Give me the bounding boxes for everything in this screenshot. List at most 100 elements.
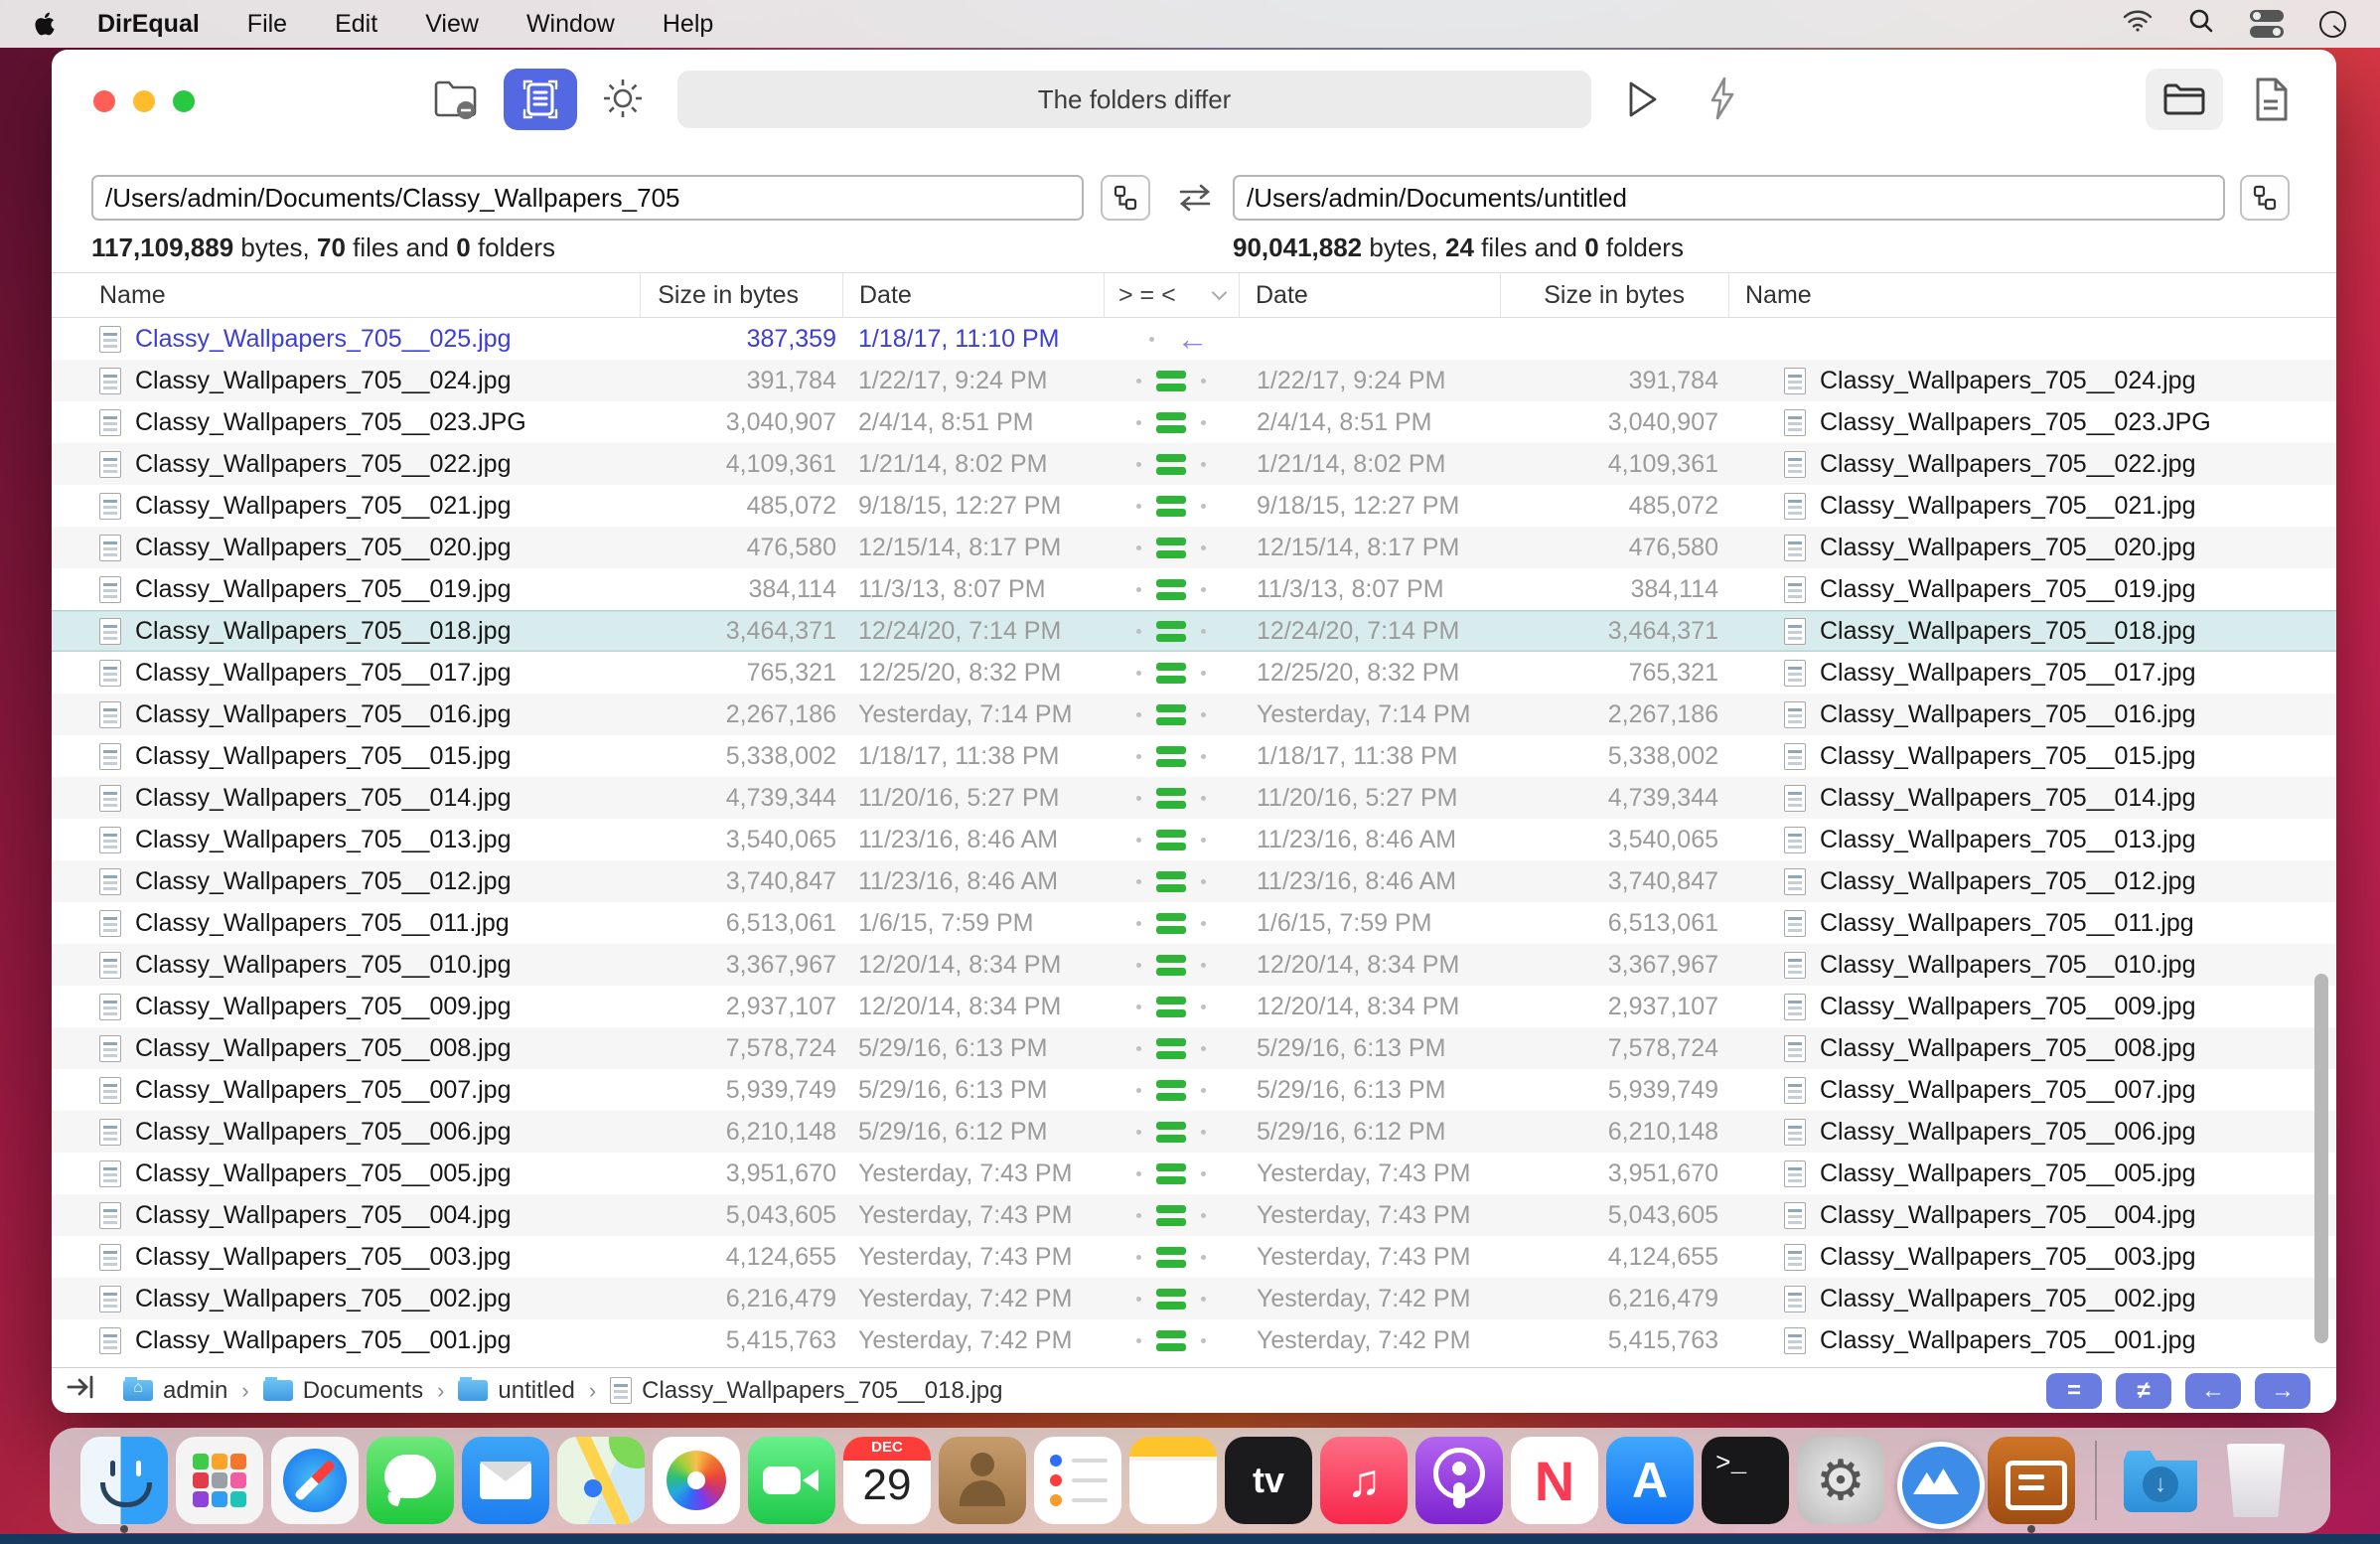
header-name-left[interactable]: Name bbox=[52, 273, 640, 317]
table-row[interactable]: Classy_Wallpapers_705__019.jpg 384,114 11/… bbox=[52, 568, 2336, 610]
right-tree-button[interactable] bbox=[2240, 175, 2290, 221]
breadcrumb-item[interactable]: untitled bbox=[458, 1376, 575, 1405]
header-name-right[interactable]: Name bbox=[1728, 273, 2336, 317]
quick-action-bolt-button[interactable] bbox=[1699, 74, 1746, 123]
table-row[interactable]: Classy_Wallpapers_705__004.jpg 5,043,605 Y… bbox=[52, 1194, 2336, 1236]
table-row[interactable]: Classy_Wallpapers_705__020.jpg 476,580 12/… bbox=[52, 527, 2336, 568]
dock-news-icon[interactable]: N bbox=[1511, 1437, 1598, 1524]
table-row[interactable]: Classy_Wallpapers_705__014.jpg 4,739,344 1… bbox=[52, 777, 2336, 819]
dock-finder-icon[interactable] bbox=[80, 1437, 168, 1533]
dock-maps-icon[interactable] bbox=[557, 1437, 645, 1524]
right-path-input[interactable] bbox=[1233, 175, 2225, 221]
menu-view[interactable]: View bbox=[425, 10, 479, 39]
table-row[interactable]: Classy_Wallpapers_705__021.jpg 485,072 9/1… bbox=[52, 485, 2336, 527]
header-comparison[interactable]: > = < bbox=[1104, 273, 1239, 317]
table-row[interactable]: Classy_Wallpapers_705__018.jpg 3,464,371 1… bbox=[52, 610, 2336, 652]
dock-safari-icon[interactable] bbox=[271, 1437, 359, 1524]
dock-messages-icon[interactable] bbox=[367, 1437, 454, 1524]
header-date-right[interactable]: Date bbox=[1239, 273, 1500, 317]
header-size-left[interactable]: Size in bytes bbox=[640, 273, 842, 317]
table-row[interactable]: Classy_Wallpapers_705__017.jpg 765,321 12/… bbox=[52, 652, 2336, 694]
dock-calendar-icon[interactable]: DEC 29 bbox=[843, 1437, 931, 1524]
dock-trash-icon[interactable] bbox=[2212, 1437, 2300, 1524]
filter-equal-button[interactable]: = bbox=[2046, 1372, 2102, 1409]
filter-right-only-button[interactable]: → bbox=[2255, 1372, 2310, 1409]
table-row[interactable]: Classy_Wallpapers_705__009.jpg 2,937,107 1… bbox=[52, 986, 2336, 1027]
header-date-left[interactable]: Date bbox=[842, 273, 1104, 317]
table-row[interactable]: Classy_Wallpapers_705__024.jpg 391,784 1/2… bbox=[52, 360, 2336, 401]
filter-left-only-button[interactable]: ← bbox=[2185, 1372, 2241, 1409]
compare-button[interactable] bbox=[504, 69, 577, 130]
reveal-in-finder-icon[interactable] bbox=[66, 1372, 97, 1409]
table-row[interactable]: Classy_Wallpapers_705__015.jpg 5,338,002 1… bbox=[52, 735, 2336, 777]
control-center-icon[interactable] bbox=[2250, 10, 2284, 38]
dock-notes-icon[interactable] bbox=[1129, 1437, 1217, 1524]
table-row[interactable]: Classy_Wallpapers_705__023.JPG 3,040,907 2… bbox=[52, 401, 2336, 443]
header-size-right[interactable]: Size in bytes bbox=[1500, 273, 1728, 317]
dock-mail-icon[interactable] bbox=[462, 1437, 549, 1524]
breadcrumb-item[interactable]: admin bbox=[123, 1376, 227, 1405]
dock-facetime-icon[interactable] bbox=[748, 1437, 835, 1524]
file-date-right: 5/29/16, 6:12 PM bbox=[1257, 1117, 1446, 1146]
dot-icon bbox=[1201, 1254, 1206, 1260]
zoom-button[interactable] bbox=[173, 90, 195, 112]
table-row[interactable]: Classy_Wallpapers_705__003.jpg 4,124,655 Y… bbox=[52, 1236, 2336, 1278]
menu-window[interactable]: Window bbox=[526, 10, 615, 39]
table-row[interactable]: Classy_Wallpapers_705__001.jpg 5,415,763 Y… bbox=[52, 1319, 2336, 1361]
table-scrollbar[interactable] bbox=[2314, 974, 2328, 1343]
file-date-left: 11/23/16, 8:46 AM bbox=[858, 866, 1059, 895]
dock-direqual-icon[interactable] bbox=[1988, 1437, 2075, 1533]
dock-downloads-icon[interactable] bbox=[2117, 1437, 2204, 1524]
comparison-status bbox=[1104, 986, 1239, 1027]
comparison-status bbox=[1104, 360, 1239, 401]
close-button[interactable] bbox=[93, 90, 115, 112]
table-row[interactable]: Classy_Wallpapers_705__013.jpg 3,540,065 1… bbox=[52, 819, 2336, 860]
menu-app-name[interactable]: DirEqual bbox=[97, 10, 200, 39]
dock-mountain-icon[interactable] bbox=[1892, 1437, 1985, 1529]
wifi-icon[interactable] bbox=[2123, 9, 2153, 40]
menu-edit[interactable]: Edit bbox=[335, 10, 377, 39]
file-size-right: 3,040,907 bbox=[1607, 407, 1718, 436]
remove-folder-button[interactable] bbox=[431, 76, 481, 123]
filter-not-equal-button[interactable]: ≠ bbox=[2116, 1372, 2171, 1409]
dock-launchpad-icon[interactable] bbox=[176, 1437, 263, 1524]
equal-icon bbox=[1156, 1242, 1186, 1272]
dock-music-icon[interactable]: ♫ bbox=[1320, 1437, 1408, 1524]
clock-icon[interactable] bbox=[2319, 10, 2346, 38]
breadcrumb-item[interactable]: Classy_Wallpapers_705__018.jpg bbox=[610, 1377, 1002, 1405]
settings-gear-icon[interactable] bbox=[596, 72, 650, 125]
table-row[interactable]: Classy_Wallpapers_705__025.jpg 387,359 1/1… bbox=[52, 318, 2336, 360]
table-row[interactable]: Classy_Wallpapers_705__008.jpg 7,578,724 5… bbox=[52, 1027, 2336, 1069]
file-size-right: 7,578,724 bbox=[1607, 1033, 1718, 1062]
table-row[interactable]: Classy_Wallpapers_705__002.jpg 6,216,479 Y… bbox=[52, 1278, 2336, 1319]
minimize-button[interactable] bbox=[133, 90, 155, 112]
dock-podcasts-icon[interactable] bbox=[1415, 1437, 1503, 1524]
dock-photos-icon[interactable] bbox=[653, 1437, 740, 1524]
file-icon bbox=[99, 826, 121, 853]
swap-paths-icon[interactable] bbox=[1170, 177, 1220, 219]
dock-contacts-icon[interactable] bbox=[939, 1437, 1026, 1524]
table-row[interactable]: Classy_Wallpapers_705__022.jpg 4,109,361 1… bbox=[52, 443, 2336, 485]
search-icon[interactable] bbox=[2188, 8, 2214, 41]
table-row[interactable]: Classy_Wallpapers_705__005.jpg 3,951,670 Y… bbox=[52, 1153, 2336, 1194]
dock-tv-icon[interactable]: tv bbox=[1225, 1437, 1312, 1524]
open-folder-button[interactable] bbox=[2146, 69, 2223, 130]
dock-appstore-icon[interactable]: A bbox=[1606, 1437, 1694, 1524]
breadcrumb-item[interactable]: Documents bbox=[262, 1376, 423, 1405]
table-row[interactable]: Classy_Wallpapers_705__006.jpg 6,210,148 5… bbox=[52, 1111, 2336, 1153]
run-compare-button[interactable] bbox=[1619, 76, 1667, 123]
dock-terminal-icon[interactable]: >_ bbox=[1702, 1437, 1789, 1524]
report-document-button[interactable] bbox=[2245, 72, 2297, 127]
menu-help[interactable]: Help bbox=[663, 10, 713, 39]
menu-file[interactable]: File bbox=[247, 10, 287, 39]
table-row[interactable]: Classy_Wallpapers_705__011.jpg 6,513,061 1… bbox=[52, 902, 2336, 944]
table-row[interactable]: Classy_Wallpapers_705__012.jpg 3,740,847 1… bbox=[52, 860, 2336, 902]
table-row[interactable]: Classy_Wallpapers_705__007.jpg 5,939,749 5… bbox=[52, 1069, 2336, 1111]
left-tree-button[interactable] bbox=[1101, 175, 1150, 221]
table-row[interactable]: Classy_Wallpapers_705__010.jpg 3,367,967 1… bbox=[52, 944, 2336, 986]
table-row[interactable]: Classy_Wallpapers_705__016.jpg 2,267,186 Y… bbox=[52, 694, 2336, 735]
dock-reminders-icon[interactable] bbox=[1034, 1437, 1121, 1524]
left-path-input[interactable] bbox=[91, 175, 1084, 221]
dock-sysprefs-icon[interactable]: ⚙ bbox=[1797, 1437, 1884, 1524]
apple-menu-icon[interactable] bbox=[34, 10, 58, 38]
